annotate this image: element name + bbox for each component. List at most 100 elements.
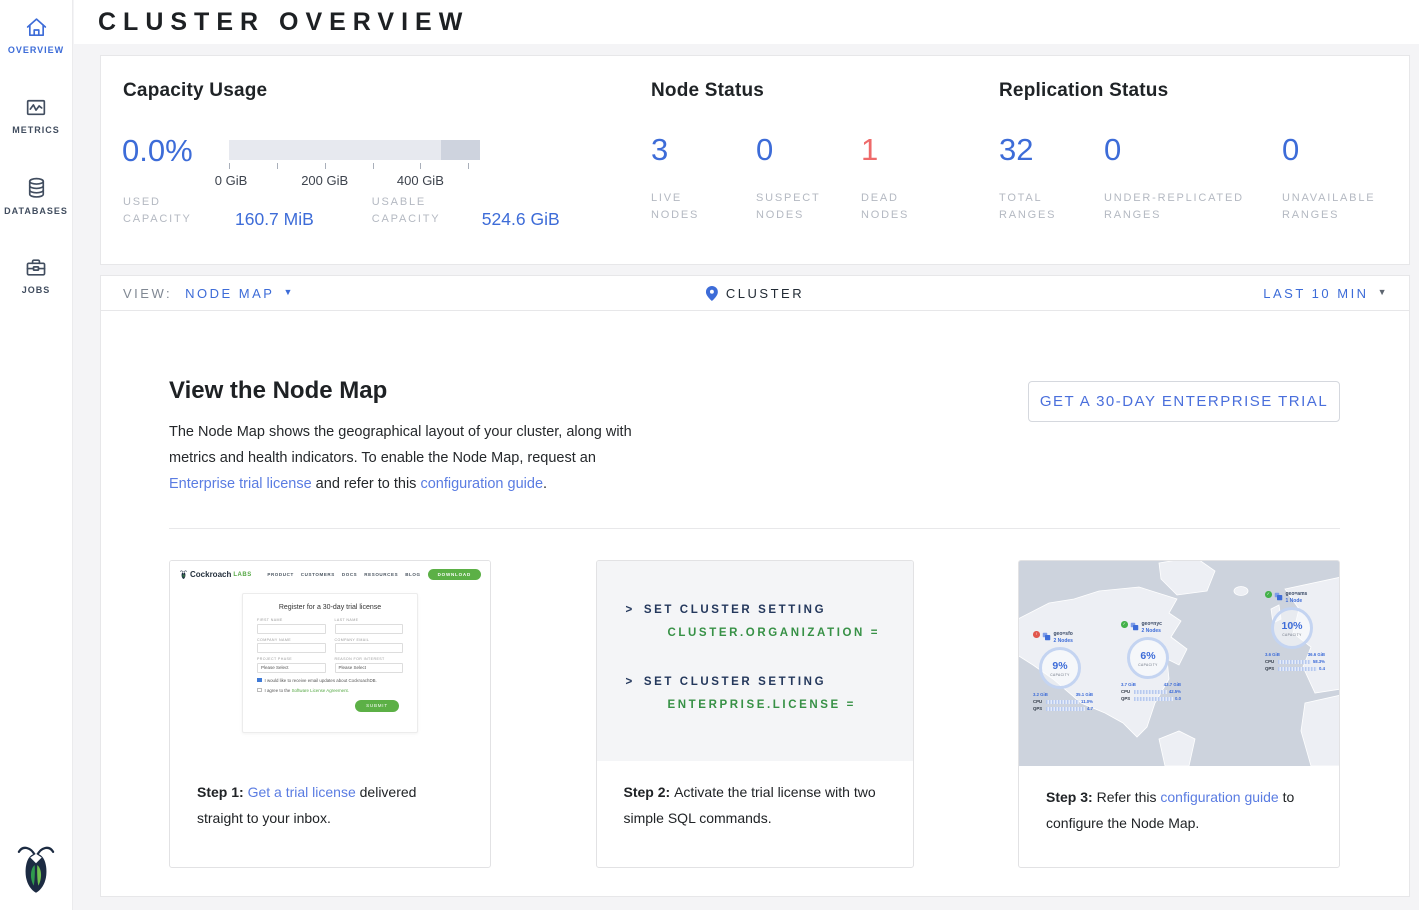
enterprise-trial-license-link[interactable]: Enterprise trial license [169,476,312,492]
configuration-guide-link[interactable]: configuration guide [420,476,543,492]
cpu-value: 42.5% [1169,689,1181,694]
mini-checkbox-label: I would like to receive email updates ab… [265,678,377,683]
qps-label: QPS [1033,706,1044,711]
step-1-caption: Step 1: Get a trial license delivered st… [170,761,490,831]
get-trial-license-link[interactable]: Get a trial license [248,784,356,800]
sql-argument: CLUSTER.ORGANIZATION = [668,627,913,639]
step-1-card: Cockroach LABS PRODUCT CUSTOMERS DOCS RE… [169,560,491,868]
mini-nav-item: BLOG [405,572,420,577]
view-label: VIEW: [123,286,172,301]
step-text: Refer this [1097,789,1161,805]
mini-input [335,624,404,634]
sidebar-item-jobs[interactable]: JOBS [0,238,72,318]
mini-field-label: REASON FOR INTEREST [335,657,404,661]
node-map-heading: View the Node Map [169,377,641,405]
mini-checkbox [257,688,262,693]
total-ranges-stat: 32 TOTAL RANGES [999,132,1069,224]
capacity-gauge: 6% CAPACITY [1127,637,1169,679]
mini-checkbox-label: I agree to the Software License Agreemen… [265,688,349,693]
configuration-guide-link[interactable]: configuration guide [1160,789,1278,805]
mini-select: Please Select [335,663,404,673]
mini-nav-item: DOCS [342,572,357,577]
map-region-sfo: ! geo=sfo2 Nodes 9% CAPACITY 3.2 GiB35.1… [1033,631,1095,711]
sidebar-item-overview[interactable]: OVERVIEW [0,0,72,78]
unavailable-ranges-label: UNAVAILABLE RANGES [1282,190,1392,224]
home-icon [23,15,50,40]
region-name: geo=ams [1286,591,1308,597]
tick-label: 400 GiB [397,173,444,188]
database-icon [24,175,49,201]
mini-submit-button: SUBMIT [355,700,399,712]
region-ok-badge: ✓ [1265,591,1272,598]
chevron-down-icon: ▼ [283,287,294,297]
chevron-down-icon: ▼ [1378,287,1389,297]
qps-bar [1046,707,1085,711]
sidebar-item-label: OVERVIEW [8,45,64,55]
trial-license-screenshot: Cockroach LABS PRODUCT CUSTOMERS DOCS RE… [170,561,490,761]
time-range-value: LAST 10 MIN [1263,286,1368,301]
qps-value: 0.0 [1175,696,1181,701]
mini-checkbox-checked [257,678,262,683]
live-nodes-label: LIVE NODES [651,190,721,224]
capacity-max: 36.6 GiB [1308,652,1325,657]
page-title: CLUSTER OVERVIEW [98,8,469,37]
sql-command: SET CLUSTER SETTING [644,676,826,688]
capacity-bar-ticks [229,163,480,170]
node-status-section: Node Status 3 LIVE NODES 0 SUSPECT NODES… [651,56,999,264]
suspect-nodes-value: 0 [756,132,836,168]
mini-field-label: LAST NAME [335,618,404,622]
cluster-summary-panel: Capacity Usage 0.0% 0 GiB 200 GiB 400 Gi… [100,55,1410,265]
cluster-breadcrumb-label: CLUSTER [726,286,804,301]
qps-label: QPS [1121,696,1132,701]
capacity-gauge: 10% CAPACITY [1271,607,1313,649]
get-enterprise-trial-button[interactable]: GET A 30-DAY ENTERPRISE TRIAL [1028,381,1340,422]
mini-nav-item: RESOURCES [364,572,398,577]
view-value: NODE MAP [185,286,274,301]
capacity-bar-tick-labels: 0 GiB 200 GiB 400 GiB [229,173,480,188]
capacity-max: 43.7 GiB [1164,682,1181,687]
used-capacity-label: USED CAPACITY [123,194,215,228]
qps-bar [1134,697,1173,701]
page-header: CLUSTER OVERVIEW [74,0,1419,44]
capacity-usage-bar: 0 GiB 200 GiB 400 GiB [229,140,480,188]
gauge-label: CAPACITY [1138,663,1157,667]
sidebar: OVERVIEW METRICS DATABASES [0,0,73,910]
mini-download-button: DOWNLOAD [428,569,481,580]
sidebar-item-metrics[interactable]: METRICS [0,78,72,158]
under-replicated-ranges-stat: 0 UNDER-REPLICATED RANGES [1104,132,1269,224]
replication-status-section: Replication Status 32 TOTAL RANGES 0 UND… [999,56,1409,264]
step-3-caption: Step 3: Refer this configuration guide t… [1019,766,1339,836]
capacity-max: 35.1 GiB [1076,692,1093,697]
view-selector[interactable]: VIEW: NODE MAP ▼ [101,286,295,301]
dead-nodes-value: 1 [861,132,931,168]
usable-capacity-value: 524.6 GiB [482,209,560,230]
step-3-card: ! geo=sfo2 Nodes 9% CAPACITY 3.2 GiB35.1… [1018,560,1340,868]
capacity-usage-section: Capacity Usage 0.0% 0 GiB 200 GiB 400 Gi… [101,56,651,264]
cockroachdb-logo [17,843,55,898]
cpu-bar [1046,700,1079,704]
mini-cockroach-logo: Cockroach LABS [180,570,252,579]
cpu-bar [1278,660,1311,664]
region-alert-badge: ! [1033,631,1040,638]
unavailable-ranges-stat: 0 UNAVAILABLE RANGES [1282,132,1392,224]
sidebar-item-databases[interactable]: DATABASES [0,158,72,238]
cpu-label: CPU [1265,659,1276,664]
qps-label: QPS [1265,666,1276,671]
region-node-count: 1 Node [1286,598,1308,604]
node-map-panel: View the Node Map The Node Map shows the… [100,310,1410,897]
capacity-min: 3.7 GiB [1121,682,1136,687]
qps-value: 0.4 [1319,666,1325,671]
usable-capacity-label: USABLE CAPACITY [372,194,462,228]
region-name: geo=nyc [1142,621,1162,627]
capacity-min: 3.6 GiB [1265,652,1280,657]
sql-prompt: > [626,676,635,688]
time-range-selector[interactable]: LAST 10 MIN ▼ [1263,286,1409,301]
mini-input [257,643,326,653]
region-node-count: 2 Nodes [1054,638,1073,644]
total-ranges-label: TOTAL RANGES [999,190,1069,224]
node-status-title: Node Status [651,80,764,102]
tick-label: 200 GiB [301,173,348,188]
gauge-label: CAPACITY [1050,673,1069,677]
mini-logo-suffix: LABS [233,572,251,578]
capacity-bar-track [229,140,480,160]
